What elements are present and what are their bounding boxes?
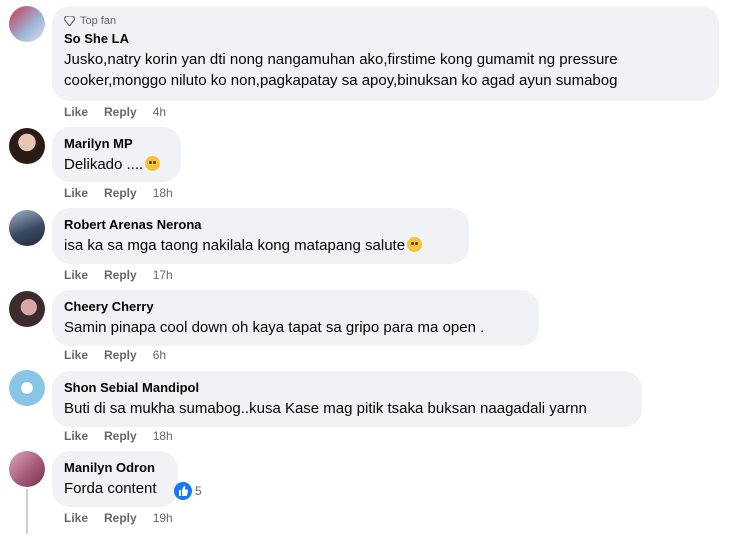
- timestamp[interactable]: 18h: [153, 429, 173, 443]
- like-button[interactable]: Like: [64, 348, 88, 362]
- comment-actions: Like Reply 6h: [64, 347, 166, 363]
- comment-text: isa ka sa mga taong nakilala kong matapa…: [64, 237, 406, 254]
- like-button[interactable]: Like: [64, 511, 88, 525]
- comment-actions: Like Reply 19h: [64, 510, 173, 526]
- comment-actions: Like Reply 18h: [64, 185, 173, 201]
- like-button[interactable]: Like: [64, 186, 88, 200]
- comment-text-row: isa ka sa mga taong nakilala kong matapa…: [64, 235, 457, 256]
- like-button[interactable]: Like: [64, 429, 88, 443]
- avatar[interactable]: [9, 128, 45, 164]
- badge-label: Top fan: [80, 15, 117, 27]
- comment-author[interactable]: Marilyn MP: [64, 135, 169, 152]
- saluting-face-emoji: [407, 237, 423, 252]
- comment-bubble: Shon Sebial Mandipol Buti di sa mukha su…: [52, 371, 642, 427]
- comment-text: Forda content: [64, 480, 157, 497]
- timestamp[interactable]: 18h: [153, 186, 173, 200]
- comment-bubble: Cheery Cherry Samin pinapa cool down oh …: [52, 290, 539, 346]
- comment-author[interactable]: Robert Arenas Nerona: [64, 216, 457, 233]
- like-reaction-icon: [174, 482, 192, 500]
- sad-face-emoji: [145, 156, 161, 171]
- comment-author[interactable]: So She LA: [64, 30, 707, 47]
- avatar[interactable]: [9, 6, 45, 42]
- reaction-summary[interactable]: 5: [174, 482, 202, 500]
- avatar[interactable]: [9, 210, 45, 246]
- comment-text: Delikado ....: [64, 156, 144, 173]
- comment-text: Jusko,natry korin yan dti nong nangamuha…: [64, 51, 618, 89]
- comment-actions: Like Reply 4h: [64, 104, 166, 120]
- comment-text: Buti di sa mukha sumabog..kusa Kase mag …: [64, 400, 587, 417]
- reply-button[interactable]: Reply: [104, 105, 137, 119]
- avatar[interactable]: [9, 451, 45, 487]
- comment-actions: Like Reply 18h: [64, 428, 173, 444]
- timestamp[interactable]: 19h: [153, 511, 173, 525]
- avatar[interactable]: [9, 370, 45, 406]
- comment-author[interactable]: Shon Sebial Mandipol: [64, 379, 630, 396]
- like-button[interactable]: Like: [64, 105, 88, 119]
- reply-button[interactable]: Reply: [104, 348, 137, 362]
- timestamp[interactable]: 17h: [153, 268, 173, 282]
- comment-author[interactable]: Manilyn Odron: [64, 459, 166, 476]
- comment-actions: Like Reply 17h: [64, 267, 173, 283]
- reply-button[interactable]: Reply: [104, 268, 137, 282]
- comment-text-row: Delikado ....: [64, 154, 169, 175]
- reply-button[interactable]: Reply: [104, 511, 137, 525]
- comment-bubble: Manilyn Odron Forda content: [52, 451, 178, 507]
- timestamp[interactable]: 4h: [153, 105, 166, 119]
- thread-line: [26, 489, 28, 534]
- comment-bubble: Robert Arenas Nerona isa ka sa mga taong…: [52, 208, 469, 264]
- comment-bubble: Marilyn MP Delikado ....: [52, 127, 181, 182]
- diamond-icon: [64, 16, 75, 26]
- timestamp[interactable]: 6h: [153, 348, 166, 362]
- comment-author[interactable]: Cheery Cherry: [64, 298, 527, 315]
- reaction-count: 5: [195, 484, 202, 498]
- like-button[interactable]: Like: [64, 268, 88, 282]
- reply-button[interactable]: Reply: [104, 186, 137, 200]
- comment-bubble: Top fan So She LA Jusko,natry korin yan …: [52, 6, 719, 101]
- reply-button[interactable]: Reply: [104, 429, 137, 443]
- top-fan-badge: Top fan: [64, 14, 707, 28]
- comment-text: Samin pinapa cool down oh kaya tapat sa …: [64, 319, 485, 336]
- avatar[interactable]: [9, 291, 45, 327]
